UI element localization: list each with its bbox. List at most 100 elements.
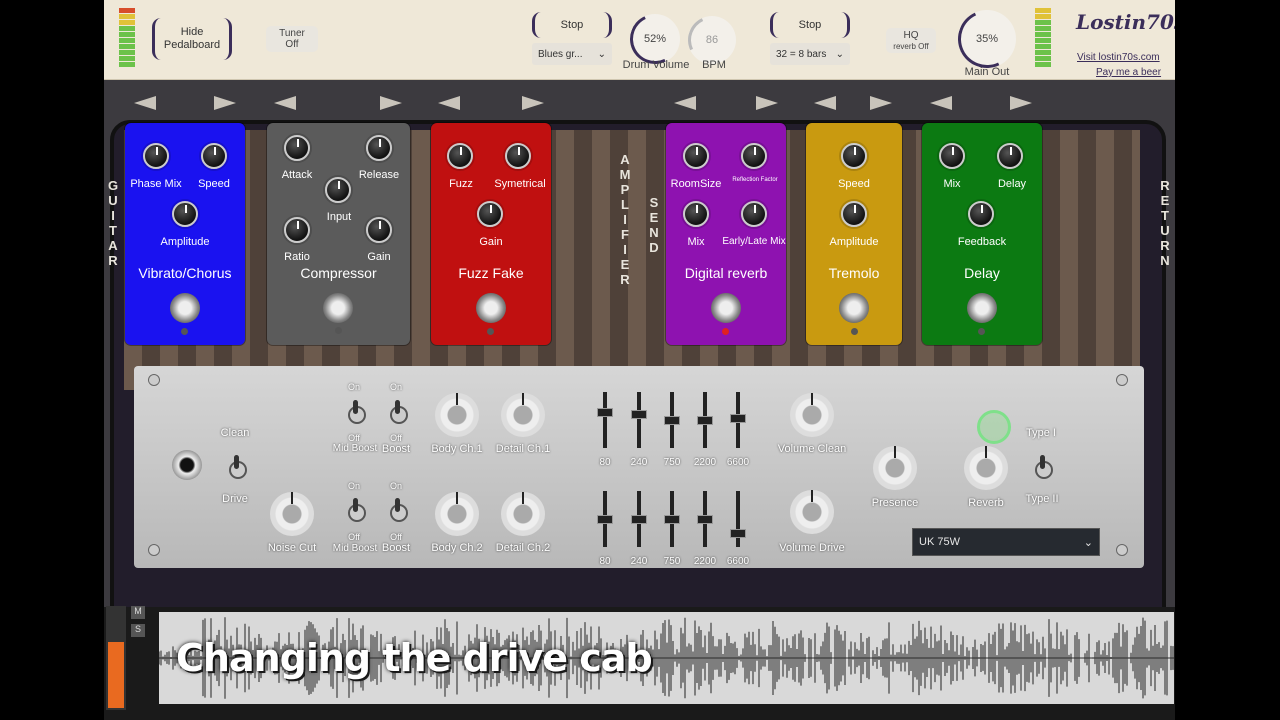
amp-model-select[interactable]: UK 75W ⌄ [912,528,1100,556]
footswitch-button[interactable] [476,293,506,323]
amplitude-knob[interactable] [172,201,198,227]
feedback-knob[interactable] [968,201,994,227]
top-bar: Hide Pedalboard Tuner Off Stop Blues gr.… [104,0,1175,80]
input-knob[interactable] [325,177,351,203]
release-knob[interactable] [366,135,392,161]
gain-knob[interactable] [477,201,503,227]
amplitude-knob[interactable] [841,201,867,227]
body-ch1-knob[interactable] [435,393,479,437]
screw [1116,544,1128,556]
mix-knob[interactable] [939,143,965,169]
hide-pedalboard-button[interactable]: Hide Pedalboard [152,18,232,60]
presence-knob[interactable] [873,446,917,490]
off-label: Off [390,433,402,443]
move-left-icon[interactable] [814,96,836,110]
eq-240-ch1-slider[interactable] [631,392,647,448]
footswitch-button[interactable] [711,293,741,323]
speed-knob[interactable] [201,143,227,169]
pedal-name: Digital reverb [684,265,768,281]
reverb-label: Reverb [968,497,1004,509]
eq-750-ch1-slider[interactable] [664,392,680,448]
pedal-fuzz-fake: Fuzz Symetrical Gain Fuzz Fake [431,123,551,345]
tuner-button[interactable]: Tuner Off [266,26,318,52]
body-ch2-knob[interactable] [435,492,479,536]
on-label: On [347,382,360,392]
bpm-knob[interactable]: 86 [688,16,736,64]
early-late-mix-knob[interactable] [741,201,767,227]
hq-reverb-button[interactable]: HQ reverb Off [886,28,936,53]
move-right-icon[interactable] [756,96,778,110]
attack-knob[interactable] [284,135,310,161]
move-left-icon[interactable] [134,96,156,110]
mute-button[interactable]: M [131,606,145,619]
chevron-down-icon: ⌄ [835,48,844,60]
move-right-icon[interactable] [380,96,402,110]
visit-website-link[interactable]: Visit lostin70s.com [1077,52,1160,63]
move-right-icon[interactable] [522,96,544,110]
drum-pattern-select[interactable]: Blues gr... ⌄ [532,43,612,65]
volume-clean-label: Volume Clean [777,443,847,455]
speed-knob[interactable] [841,143,867,169]
looper-length-select[interactable]: 32 = 8 bars ⌄ [770,43,850,65]
eq-750-ch2-slider[interactable] [664,491,680,547]
detail-ch2-knob[interactable] [501,492,545,536]
drum-stop-button[interactable]: Stop [532,12,612,38]
move-left-icon[interactable] [274,96,296,110]
looper-stop-button[interactable]: Stop [770,12,850,38]
footswitch-button[interactable] [170,293,200,323]
footswitch-button[interactable] [967,293,997,323]
chevron-down-icon: ⌄ [1083,536,1093,549]
noise-cut-knob[interactable] [270,492,314,536]
move-right-icon[interactable] [1010,96,1032,110]
detail-ch1-knob[interactable] [501,393,545,437]
phase-mix-knob[interactable] [143,143,169,169]
move-right-icon[interactable] [214,96,236,110]
type1-label: Type I [1026,427,1056,439]
reflection-factor-label: Reflection Factor [732,177,778,183]
reverb-knob[interactable] [964,446,1008,490]
eq-2200-ch2-slider[interactable] [697,491,713,547]
footswitch-button[interactable] [839,293,869,323]
eq-6600-ch1-slider[interactable] [730,392,746,448]
boost-label: Boost [381,443,411,455]
gain-knob[interactable] [366,217,392,243]
main-out-knob[interactable]: 35% [958,10,1016,68]
eq-freq-label: 2200 [693,556,717,567]
speed-label: Speed [198,178,230,190]
eq-240-ch2-slider[interactable] [631,491,647,547]
solo-button[interactable]: S [131,624,145,637]
eq-2200-ch1-slider[interactable] [697,392,713,448]
eq-80-ch1-slider[interactable] [597,392,613,448]
volume-clean-knob[interactable] [790,393,834,437]
mid-boost-ch2-switch[interactable] [348,498,366,522]
fuzz-knob[interactable] [447,143,473,169]
track-level-meter [106,606,126,710]
footswitch-button[interactable] [323,293,353,323]
eq-80-ch2-slider[interactable] [597,491,613,547]
donate-link[interactable]: Pay me a beer [1096,67,1161,78]
symetrical-knob[interactable] [505,143,531,169]
move-right-icon[interactable] [870,96,892,110]
delay-knob[interactable] [997,143,1023,169]
drum-volume-knob[interactable]: 52% [630,14,680,64]
noise-cut-label: Noise Cut [267,542,317,554]
return-label: RETURN [1160,178,1170,268]
boost-ch2-switch[interactable] [390,498,408,522]
channel-toggle-switch[interactable] [229,455,247,479]
mid-boost-ch1-switch[interactable] [348,400,366,424]
speed-label: Speed [838,178,870,190]
reflection-factor-knob[interactable] [741,143,767,169]
pedal-digital-reverb: RoomSize Reflection Factor Mix Early/Lat… [666,123,786,345]
move-left-icon[interactable] [930,96,952,110]
move-left-icon[interactable] [438,96,460,110]
eq-6600-ch2-slider[interactable] [730,491,746,547]
boost-ch1-switch[interactable] [390,400,408,424]
ratio-knob[interactable] [284,217,310,243]
mix-label: Mix [687,236,705,248]
volume-drive-knob[interactable] [790,490,834,534]
reverb-type-switch[interactable] [1035,455,1053,479]
on-label: On [347,481,360,491]
mix-knob[interactable] [683,201,709,227]
move-left-icon[interactable] [674,96,696,110]
roomsize-knob[interactable] [683,143,709,169]
